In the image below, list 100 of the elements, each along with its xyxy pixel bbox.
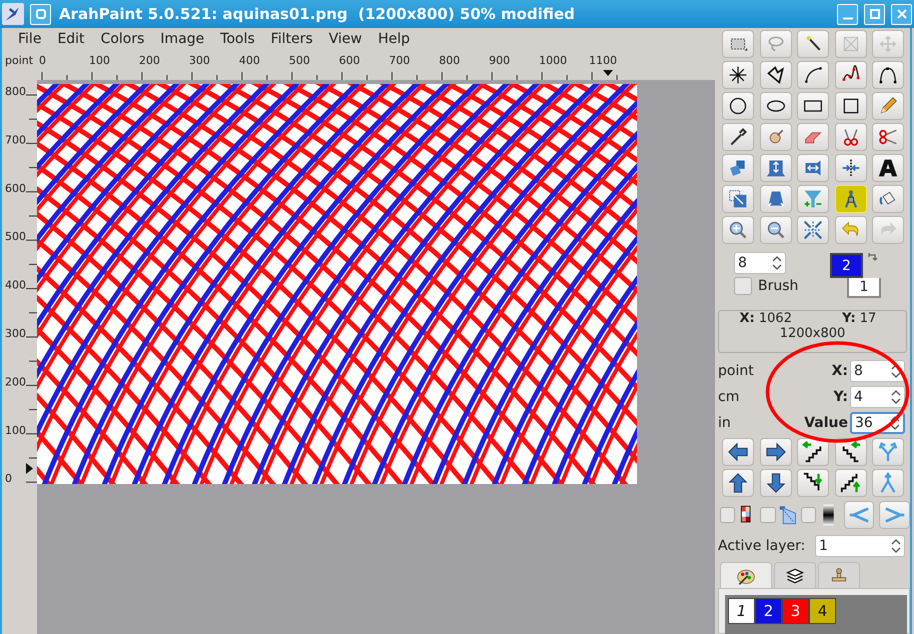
tool-button[interactable] <box>872 154 904 182</box>
action-button[interactable] <box>722 469 754 497</box>
ruler-label: 900 <box>489 54 510 67</box>
ruler-label: 400 <box>5 278 26 292</box>
spin-field[interactable]: 36 <box>850 412 905 434</box>
cursor-y-readout: Y: 17 <box>841 311 878 326</box>
minimize-button[interactable] <box>837 4 858 24</box>
checkbox[interactable] <box>734 277 752 295</box>
minimize-icon <box>842 17 854 20</box>
tool-button[interactable] <box>760 61 792 89</box>
ruler-label: 300 <box>5 327 26 340</box>
ruler-label: 0 <box>5 472 12 486</box>
ruler-label: 400 <box>239 54 260 67</box>
tool-button[interactable] <box>722 123 754 151</box>
fork-arrows-icon <box>877 441 899 463</box>
spin-field[interactable]: 8 <box>850 360 905 382</box>
tool-button[interactable] <box>834 61 866 89</box>
spin-field[interactable]: 4 <box>850 386 905 408</box>
action-button[interactable] <box>722 438 754 466</box>
tool-button[interactable] <box>722 92 754 120</box>
menu-item[interactable]: Image <box>152 31 212 47</box>
panel-tab[interactable] <box>774 562 816 588</box>
toggle-button[interactable] <box>760 507 776 523</box>
stairs-icon <box>840 472 862 494</box>
ruler-label: 600 <box>339 54 360 67</box>
spin-field[interactable]: 1 <box>815 535 905 557</box>
menu-item[interactable]: Colors <box>92 31 152 47</box>
ruler-label: 1100 <box>589 54 617 67</box>
ruler-label: 800 <box>5 85 26 98</box>
ruler-label: 1000 <box>539 54 567 67</box>
ruler-label: 700 <box>5 133 26 146</box>
toggle-button[interactable] <box>720 507 736 523</box>
tool-button[interactable] <box>834 92 866 120</box>
close-icon <box>896 8 908 20</box>
spin-arrows-icon <box>891 538 901 554</box>
action-button[interactable] <box>834 469 866 497</box>
spin-arrows-icon <box>890 415 900 431</box>
stairs-icon <box>802 441 824 463</box>
window-title: ArahPaint 5.0.521: aquinas01.png (1200x800) 50% modified <box>59 5 576 23</box>
close-button[interactable] <box>891 4 912 24</box>
ruler-label: 100 <box>5 424 26 437</box>
spin-arrows-icon <box>891 363 901 379</box>
image-size-text: 1200x800 <box>780 326 846 341</box>
rounded-square-icon <box>34 8 46 20</box>
tool-button[interactable] <box>797 30 829 58</box>
unit-label: in <box>718 415 732 431</box>
spin-arrows-icon <box>772 255 782 271</box>
menu-item[interactable]: Help <box>370 31 418 47</box>
tool-button[interactable] <box>760 92 792 120</box>
color-swatch[interactable]: 4 <box>809 598 836 624</box>
color-swatch[interactable]: 2 <box>755 598 782 624</box>
ruler-label: 200 <box>5 375 26 388</box>
field-label: Value <box>804 415 848 431</box>
menu-item[interactable]: Tools <box>212 31 263 47</box>
ruler-label: 0 <box>39 54 46 67</box>
color-swatch[interactable]: 3 <box>782 598 809 624</box>
tool-button[interactable] <box>722 30 754 58</box>
window-menu-button[interactable] <box>30 4 51 24</box>
foreground-color-swatch[interactable]: 2 <box>830 253 863 278</box>
maximize-button[interactable] <box>864 4 885 24</box>
toggle-button[interactable] <box>800 507 816 523</box>
menu-item[interactable]: View <box>320 31 370 47</box>
ruler-label: 700 <box>389 54 410 67</box>
tool-button[interactable] <box>797 92 829 120</box>
transform-icon[interactable] <box>778 504 799 526</box>
ruler-label: 500 <box>5 230 26 244</box>
menu-item[interactable]: Edit <box>49 31 93 47</box>
unit-label: point <box>718 363 755 379</box>
spin-arrows-icon <box>891 389 901 405</box>
down-arrow-icon <box>764 472 786 494</box>
ruler-label: 100 <box>89 54 110 67</box>
menu-item[interactable]: File <box>10 31 50 47</box>
active-layer-label: Active layer: <box>718 538 806 554</box>
maximize-icon <box>868 8 880 20</box>
field-label: X: <box>832 363 848 379</box>
cursor-x-readout: X: 1062 <box>738 311 793 326</box>
ruler-label: 200 <box>139 54 160 67</box>
position-marker-icon <box>26 463 33 474</box>
action-button[interactable] <box>760 469 792 497</box>
tool-button[interactable] <box>872 61 904 89</box>
tool-button[interactable] <box>797 61 829 89</box>
left-arrow-icon <box>727 441 749 463</box>
background-color-swatch[interactable]: 1 <box>847 278 881 298</box>
app-logo-icon <box>2 3 24 25</box>
color-swatch[interactable]: 1 <box>728 598 755 624</box>
field-label: Y: <box>833 389 848 405</box>
unit-label: cm <box>718 389 740 405</box>
ruler-label: 500 <box>289 54 310 67</box>
action-button[interactable] <box>797 469 829 497</box>
right-arrow-icon <box>764 441 786 463</box>
spin-field[interactable]: 8 <box>734 252 786 274</box>
action-button[interactable] <box>797 438 829 466</box>
menu-item[interactable]: Filters <box>262 31 321 47</box>
ruler-label: 800 <box>439 54 460 67</box>
position-marker-icon <box>603 70 613 76</box>
tool-button[interactable] <box>722 61 754 89</box>
ruler-label: 600 <box>5 182 26 195</box>
up-arrow-icon <box>727 472 749 494</box>
action-button[interactable] <box>760 438 792 466</box>
ruler-label: 300 <box>189 54 210 67</box>
